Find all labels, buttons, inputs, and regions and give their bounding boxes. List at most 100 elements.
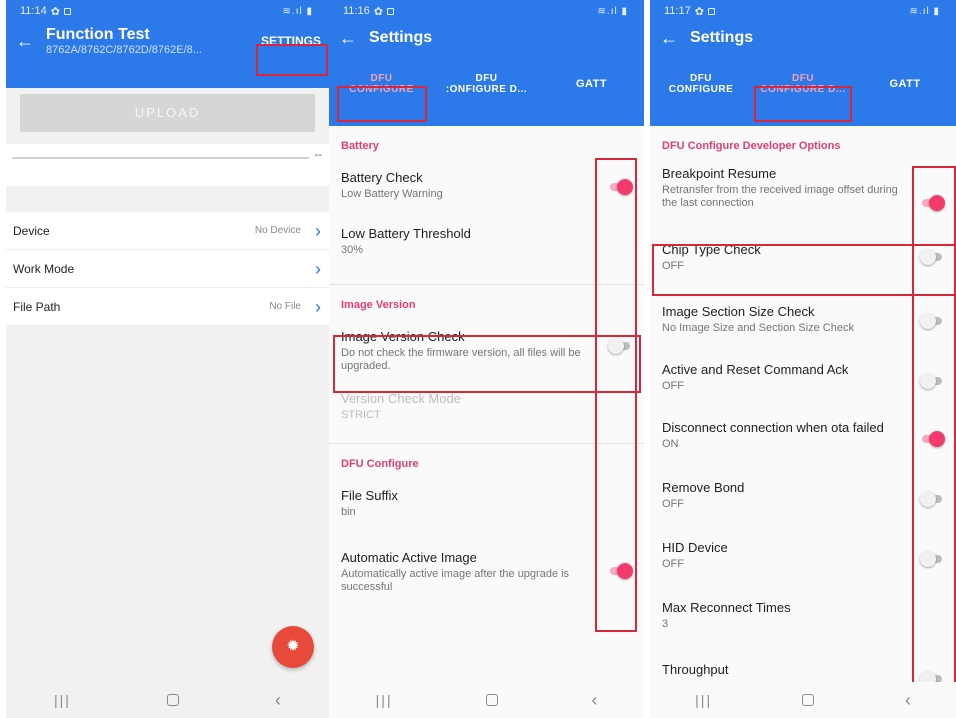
pref-title: Breakpoint Resume [662,166,777,181]
automatic-active-image-pref[interactable]: Automatic Active Image Automatically act… [329,534,644,604]
file-path-row[interactable]: File Path No File › [6,288,329,326]
throughput-pref[interactable]: Throughput [650,648,956,682]
list-item-value: No File [269,301,301,312]
pref-title: Battery Check [341,170,423,185]
progress-text: -- [314,149,322,161]
system-nav-bar: ||| ‹ [650,682,956,718]
back-arrow-icon[interactable]: ← [339,28,369,49]
pref-summary: OFF [662,380,684,392]
chip-type-check-switch[interactable] [920,249,944,265]
list-item-label: Work Mode [13,261,75,276]
active-reset-command-ack-switch[interactable] [920,373,944,389]
home-icon[interactable] [802,694,815,706]
image-section-size-check-switch[interactable] [920,313,944,329]
chevron-right-icon: › [315,296,321,317]
disconnect-when-ota-failed-switch[interactable] [920,431,945,447]
disconnect-when-ota-failed-pref[interactable]: Disconnect connection when ota failed ON [650,408,956,468]
pref-title: Disconnect connection when ota failed [662,420,884,435]
tab-dfu-configure[interactable]: DFU CONFIGURE [650,73,752,95]
throughput-switch[interactable] [920,671,944,682]
pref-summary: No Image Size and Section Size Check [662,322,854,334]
section-header: Image Version [341,299,416,311]
max-reconnect-times-pref[interactable]: Max Reconnect Times 3 [650,588,956,648]
function-test-screen: 11:14 ✿ ≋.ıl ▮ ← Function Test 8762A/876… [6,0,329,718]
settings-list: DFU Configure Developer Options Breakpoi… [650,126,956,682]
home-icon[interactable] [166,694,179,706]
tab-label: DFU [791,73,815,84]
pref-title: Remove Bond [662,480,745,495]
section-header: DFU Configure [341,458,419,470]
low-battery-threshold-pref[interactable]: Low Battery Threshold 30% [329,216,644,284]
settings-screen-developer-options: 11:17 ✿ ≋.ıl ▮ ← Settings DFU CONFIGURE … [650,0,956,718]
recents-icon[interactable]: ||| [54,692,71,708]
system-nav-bar: ||| ‹ [329,682,644,718]
upload-button[interactable]: UPLOAD [20,94,315,132]
tab-gatt[interactable]: GATT [854,78,956,90]
hid-device-switch[interactable] [920,551,944,567]
tab-label: DFU [370,73,393,84]
settings-fab[interactable]: ✹ [272,626,314,668]
settings-button[interactable]: SETTINGS [261,34,321,48]
app-bar: 11:16 ✿ ≋.ıl ▮ ← Settings DFU CONFIGURE … [329,0,644,126]
pref-summary: bin [341,506,356,518]
recents-icon[interactable]: ||| [376,692,393,708]
settings-status-icon: ✿ [50,5,60,18]
breakpoint-resume-switch[interactable] [920,195,945,211]
notification-icon [386,7,394,15]
active-reset-command-ack-pref[interactable]: Active and Reset Command Ack OFF [650,348,956,408]
status-bar: 11:17 ✿ ≋.ıl ▮ [650,0,956,22]
page-subtitle: 8762A/8762C/8762D/8762E/8... [46,44,202,56]
tab-bar: DFU CONFIGURE DFU :ONFIGURE D... GATT [329,64,644,104]
tab-dfu-configure-developer[interactable]: DFU :ONFIGURE D... [434,73,539,95]
status-time: 11:16 [343,5,370,17]
remove-bond-pref[interactable]: Remove Bond OFF [650,468,956,528]
tab-dfu-configure[interactable]: DFU CONFIGURE [329,73,434,95]
settings-list: Device No Device › Work Mode › File Path… [6,212,329,326]
tab-label: DFU [689,73,713,84]
section-header: Battery [341,140,379,152]
chevron-right-icon: › [315,258,321,279]
tab-label: CONFIGURE D... [760,84,846,95]
back-icon[interactable]: ‹ [905,690,911,711]
signal-battery-icon: ≋.ıl ▮ [282,5,313,17]
device-row[interactable]: Device No Device › [6,212,329,250]
status-time: 11:14 [20,5,47,17]
pref-title: Image Version Check [341,329,465,344]
pref-summary: OFF [662,558,684,570]
work-mode-row[interactable]: Work Mode › [6,250,329,288]
signal-battery-icon: ≋.ıl ▮ [597,5,628,17]
version-check-mode-pref: Version Check Mode STRICT [329,375,644,443]
hid-device-pref[interactable]: HID Device OFF [650,528,956,588]
tab-label: :ONFIGURE D... [445,84,528,95]
home-icon[interactable] [485,694,498,706]
tab-gatt[interactable]: GATT [539,78,644,90]
tab-dfu-configure-developer[interactable]: DFU CONFIGURE D... [752,73,854,95]
system-nav-bar: ||| ‹ [6,682,329,718]
chevron-right-icon: › [315,220,321,241]
pref-summary: 3 [662,618,669,630]
pref-summary: OFF [662,260,684,272]
pref-title: Automatic Active Image [341,550,477,565]
battery-check-switch[interactable] [608,179,633,195]
battery-check-pref[interactable]: Battery Check Low Battery Warning [329,156,644,216]
back-icon[interactable]: ‹ [591,690,597,711]
remove-bond-switch[interactable] [920,491,944,507]
status-time: 11:17 [664,5,691,17]
page-title: Settings [369,29,433,46]
image-version-check-pref[interactable]: Image Version Check Do not check the fir… [329,315,644,375]
breakpoint-resume-pref[interactable]: Breakpoint Resume Retransfer from the re… [650,154,956,230]
chip-type-check-pref[interactable]: Chip Type Check OFF [650,230,956,288]
file-suffix-pref[interactable]: File Suffix bin [329,474,644,534]
tab-label: DFU [475,73,498,84]
image-section-size-check-pref[interactable]: Image Section Size Check No Image Size a… [650,288,956,348]
back-arrow-icon[interactable]: ← [16,31,46,52]
image-version-check-switch[interactable] [608,338,632,354]
automatic-active-image-switch[interactable] [608,563,633,579]
settings-list: Battery Battery Check Low Battery Warnin… [329,126,644,682]
gear-icon: ✹ [286,638,300,655]
pref-summary: 30% [341,244,364,256]
back-arrow-icon[interactable]: ← [660,28,690,49]
back-icon[interactable]: ‹ [275,690,281,711]
list-item-label: File Path [13,299,61,314]
recents-icon[interactable]: ||| [695,692,712,708]
